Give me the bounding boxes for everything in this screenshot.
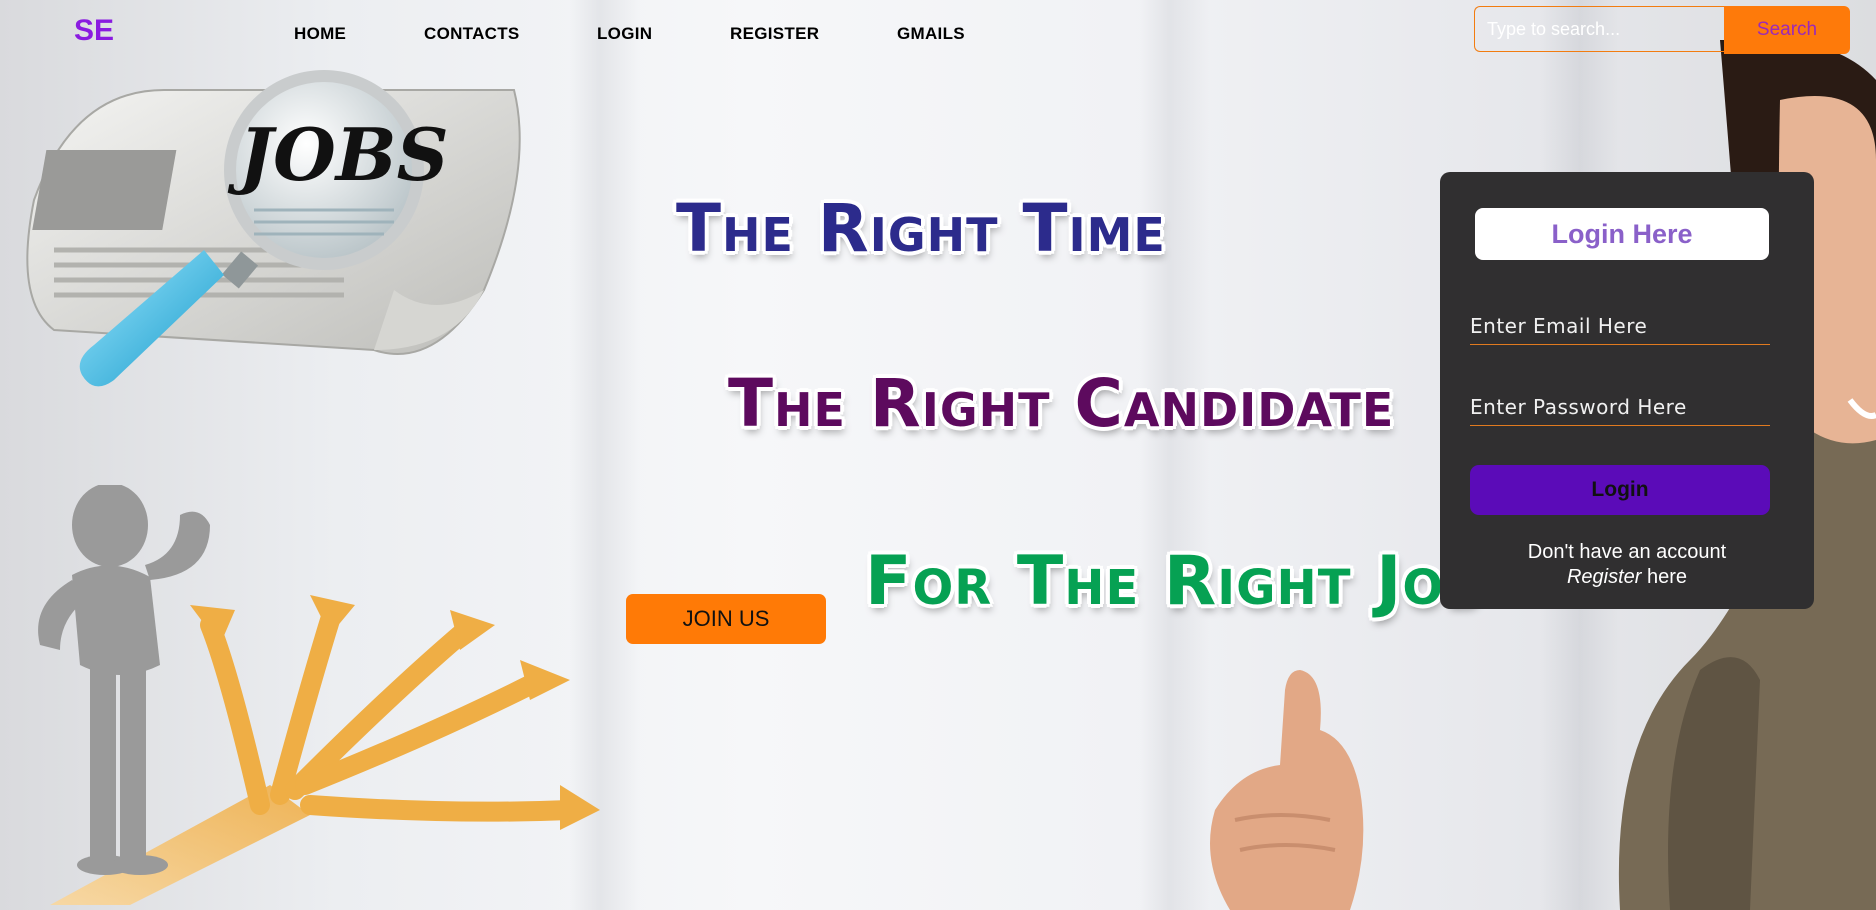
headline-right-candidate: The Right Candidate bbox=[728, 365, 1395, 442]
nav-gmails[interactable]: GMAILS bbox=[897, 24, 965, 44]
brand-logo[interactable]: SE bbox=[74, 14, 114, 48]
login-title: Login Here bbox=[1475, 208, 1769, 260]
nav-home[interactable]: HOME bbox=[294, 24, 346, 44]
nav-register[interactable]: REGISTER bbox=[730, 24, 819, 44]
join-us-button[interactable]: JOIN US bbox=[626, 594, 826, 644]
search-button[interactable]: Search bbox=[1724, 6, 1850, 54]
nav-login[interactable]: LOGIN bbox=[597, 24, 652, 44]
top-navigation-bar: SE HOME CONTACTS LOGIN REGISTER GMAILS S… bbox=[0, 0, 1876, 64]
jobs-text: JOBS bbox=[227, 112, 449, 197]
search-input[interactable] bbox=[1474, 6, 1724, 52]
headline-right-job: For The Right Job bbox=[865, 542, 1482, 621]
login-button[interactable]: Login bbox=[1470, 465, 1770, 515]
nav-contacts[interactable]: CONTACTS bbox=[424, 24, 520, 44]
register-prompt: Don't have an account bbox=[1527, 541, 1727, 563]
register-prompt-block: Don't have an account Register here bbox=[1440, 540, 1814, 590]
jobs-newspaper-illustration: JOBS bbox=[26, 70, 521, 387]
email-field[interactable] bbox=[1470, 308, 1770, 345]
register-suffix: here bbox=[1641, 566, 1688, 588]
crossroads-figure-illustration bbox=[38, 485, 600, 905]
fist-illustration bbox=[1210, 670, 1364, 910]
password-field[interactable] bbox=[1470, 389, 1770, 426]
login-panel: Login Here Login Don't have an account R… bbox=[1440, 172, 1814, 609]
register-link[interactable]: Register bbox=[1567, 566, 1641, 588]
search-bar: Search bbox=[1474, 6, 1850, 54]
headline-right-time: The Right Time bbox=[676, 190, 1166, 267]
